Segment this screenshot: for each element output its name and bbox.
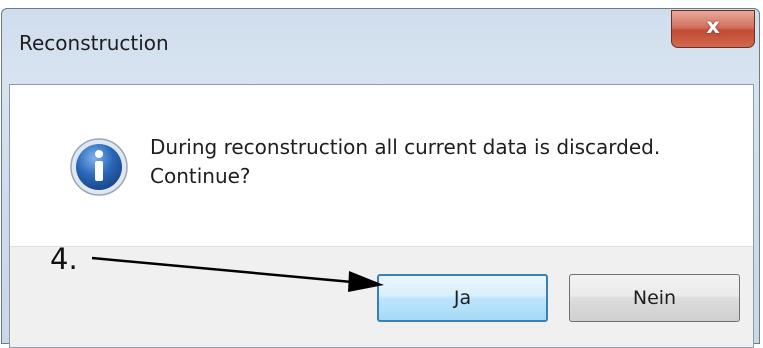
close-button[interactable]: x — [671, 10, 755, 48]
message-line-1: During reconstruction all current data i… — [150, 135, 661, 159]
yes-button[interactable]: Ja — [377, 274, 548, 322]
dialog-message: During reconstruction all current data i… — [150, 133, 660, 191]
close-icon: x — [706, 14, 720, 38]
dialog-window: Reconstruction x During reconstruction a… — [1, 8, 760, 348]
window-title: Reconstruction — [19, 31, 169, 55]
info-icon — [70, 138, 128, 196]
message-line-2: Continue? — [150, 164, 251, 188]
dialog-client-area: During reconstruction all current data i… — [9, 84, 754, 348]
annotation-step-number: 4. — [50, 242, 78, 276]
no-button[interactable]: Nein — [569, 274, 740, 322]
